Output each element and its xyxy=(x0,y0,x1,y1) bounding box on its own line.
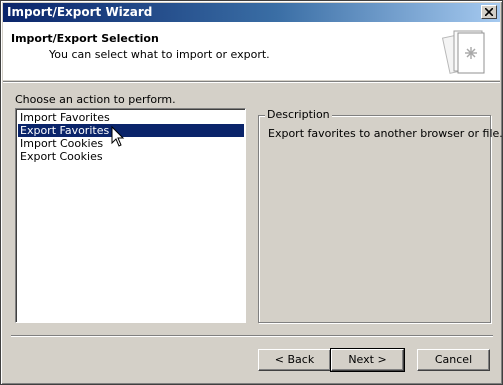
page-subtitle: You can select what to import or export. xyxy=(49,48,270,61)
mouse-pointer-icon xyxy=(111,126,125,147)
wizard-book-icon xyxy=(442,30,485,74)
description-groupbox xyxy=(258,115,491,323)
next-button[interactable]: Next > xyxy=(330,348,405,372)
header-separator xyxy=(3,81,500,83)
back-button[interactable]: < Back xyxy=(258,349,331,371)
action-listbox[interactable]: Import Favorites Export Favorites Import… xyxy=(15,108,246,323)
description-text: Export favorites to another browser or f… xyxy=(268,127,503,140)
list-item-export-cookies[interactable]: Export Cookies xyxy=(18,150,244,163)
list-item-export-favorites[interactable]: Export Favorites xyxy=(18,124,244,137)
title-bar[interactable]: Import/Export Wizard xyxy=(3,3,500,22)
wizard-header: Import/Export Selection You can select w… xyxy=(3,22,500,80)
list-item-import-favorites[interactable]: Import Favorites xyxy=(18,111,244,124)
cancel-button[interactable]: Cancel xyxy=(417,349,490,371)
close-button[interactable] xyxy=(481,5,497,19)
description-legend: Description xyxy=(265,108,332,121)
page-title: Import/Export Selection xyxy=(11,32,159,45)
footer-separator xyxy=(11,335,493,337)
window-title: Import/Export Wizard xyxy=(7,5,153,19)
action-prompt-label: Choose an action to perform. xyxy=(15,93,176,106)
list-item-import-cookies[interactable]: Import Cookies xyxy=(18,137,244,150)
wizard-window: Import/Export Wizard Import/Export Selec… xyxy=(0,0,503,385)
close-icon xyxy=(485,8,493,16)
